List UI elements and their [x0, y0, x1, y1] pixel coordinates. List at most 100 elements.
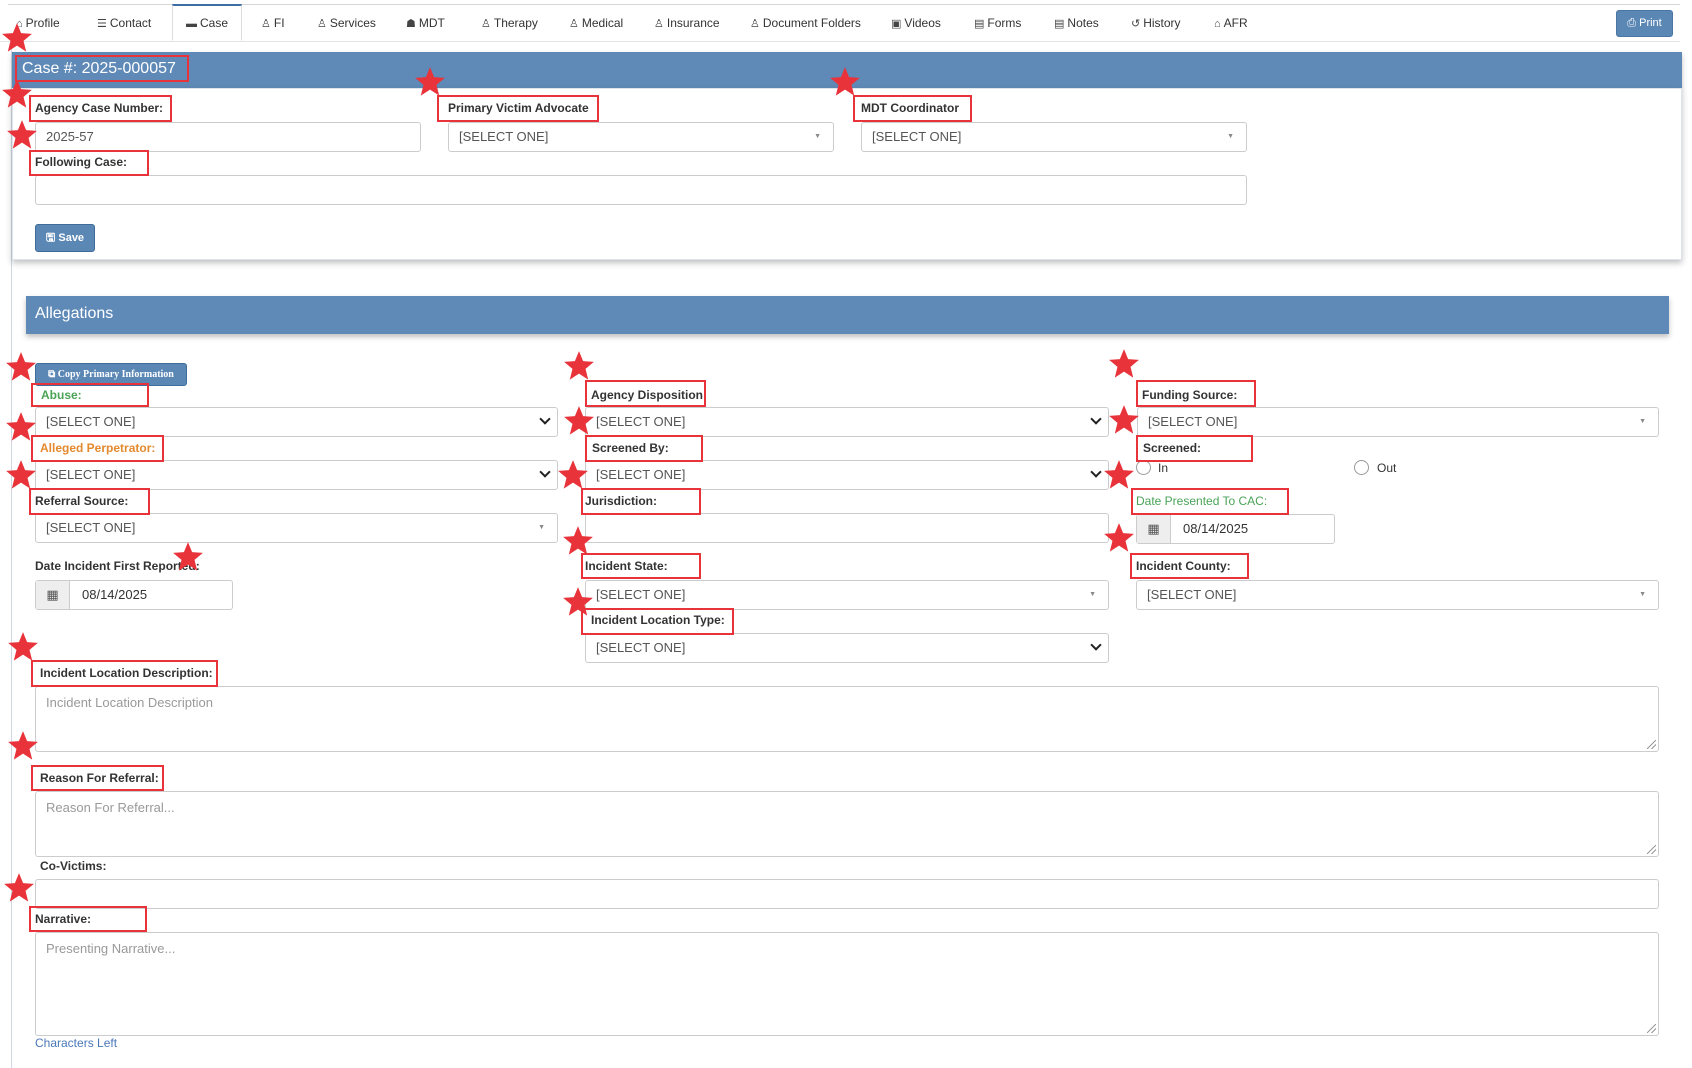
calendar-icon[interactable]: ▦ [1137, 515, 1171, 543]
screened-by-label: Screened By: [592, 441, 669, 455]
caret-down-icon: ▼ [538, 524, 545, 531]
jurisdiction-label: Jurisdiction: [585, 494, 658, 508]
caret-down-icon: ▼ [814, 133, 821, 140]
home-icon: ⌂ [16, 18, 23, 30]
primary-victim-advocate-select[interactable]: [SELECT ONE] ▼ [448, 122, 834, 152]
reason-for-referral-textarea[interactable]: Reason For Referral... [35, 791, 1659, 857]
date-incident-first-reported-picker[interactable]: ▦ 08/14/2025 [35, 580, 233, 610]
screened-by-select[interactable]: [SELECT ONE] [585, 460, 1109, 490]
person-icon: ♙ [481, 18, 491, 30]
resize-grip-icon[interactable] [1647, 740, 1656, 749]
save-button[interactable]: 🖫 Save [35, 224, 95, 252]
reason-for-referral-label: Reason For Referral: [40, 771, 159, 785]
tab-mdt[interactable]: ☗ MDT [406, 5, 445, 42]
tab-contact[interactable]: ☰ Contact [97, 5, 151, 42]
tab-therapy[interactable]: ♙ Therapy [481, 5, 538, 42]
referral-source-select[interactable]: [SELECT ONE] ▼ [35, 513, 558, 543]
funding-source-select[interactable]: [SELECT ONE] ▼ [1137, 407, 1659, 437]
co-victims-input[interactable] [35, 879, 1659, 909]
person-icon: ♙ [750, 18, 760, 30]
caret-down-icon: ▼ [1639, 591, 1646, 598]
star-icon [562, 349, 596, 383]
caret-down-icon: ▼ [1089, 591, 1096, 598]
case-number-title: Case #: 2025-000057 [22, 60, 176, 77]
primary-victim-advocate-label: Primary Victim Advocate [448, 101, 589, 115]
list-icon: ☰ [97, 18, 107, 30]
calendar-icon[interactable]: ▦ [36, 581, 70, 609]
chevron-down-icon [1090, 466, 1102, 478]
case-panel-header [12, 52, 1682, 88]
mdt-coordinator-select[interactable]: [SELECT ONE] ▼ [861, 122, 1247, 152]
co-victims-label: Co-Victims: [40, 859, 107, 873]
group-icon: ☗ [406, 18, 416, 30]
agency-disposition-label: Agency Disposition: [591, 388, 708, 402]
date-presented-picker[interactable]: ▦ 08/14/2025 [1136, 514, 1335, 544]
narrative-textarea[interactable]: Presenting Narrative... [35, 932, 1659, 1036]
incident-location-description-textarea[interactable]: Incident Location Description [35, 686, 1659, 752]
agency-case-number-label: Agency Case Number: [35, 101, 164, 115]
star-icon [4, 458, 38, 492]
tab-fi[interactable]: ♙ FI [261, 5, 285, 42]
file-icon: ▤ [974, 18, 985, 30]
incident-location-type-label: Incident Location Type: [591, 613, 725, 627]
caret-down-icon: ▼ [1639, 418, 1646, 425]
incident-location-description-label: Incident Location Description: [40, 666, 213, 680]
tab-insurance[interactable]: ♙ Insurance [654, 5, 720, 42]
resize-grip-icon[interactable] [1647, 1024, 1656, 1033]
screened-in-radio[interactable] [1136, 460, 1151, 475]
alleged-perpetrator-select[interactable]: [SELECT ONE] [35, 460, 558, 490]
tab-notes[interactable]: ▤ Notes [1054, 5, 1099, 42]
screened-out-radio[interactable] [1354, 460, 1369, 475]
date-incident-first-reported-label: Date Incident First Reported: [35, 559, 200, 573]
tab-afr[interactable]: ⌂ AFR [1214, 5, 1248, 42]
tab-case[interactable]: ▬ Case [172, 4, 243, 41]
person-icon: ♙ [317, 18, 327, 30]
print-button[interactable]: ⎙ Print [1616, 10, 1673, 37]
incident-state-select[interactable]: [SELECT ONE] ▼ [585, 580, 1109, 610]
person-icon: ♙ [654, 18, 664, 30]
briefcase-icon: ▬ [186, 18, 197, 30]
screened-in-label: In [1158, 461, 1169, 475]
file-icon: ▤ [1054, 18, 1065, 30]
chevron-down-icon [539, 413, 551, 425]
print-icon: ⎙ [1627, 17, 1640, 29]
alleged-perpetrator-label: Alleged Perpetrator: [40, 441, 156, 455]
person-icon: ♙ [261, 18, 271, 30]
incident-location-type-select[interactable]: [SELECT ONE] [585, 633, 1109, 663]
following-case-input[interactable] [35, 175, 1247, 205]
mdt-coordinator-label: MDT Coordinator [861, 101, 959, 115]
chevron-down-icon [1090, 413, 1102, 425]
video-icon: ▣ [891, 18, 902, 30]
save-icon: 🖫 [45, 232, 59, 244]
screened-label: Screened: [1143, 441, 1202, 455]
tab-document-folders[interactable]: ♙ Document Folders [750, 5, 861, 42]
tab-videos[interactable]: ▣ Videos [891, 5, 941, 42]
star-icon [2, 871, 36, 905]
abuse-label: Abuse: [41, 388, 82, 402]
allegations-panel-header [26, 296, 1669, 334]
incident-county-select[interactable]: [SELECT ONE] ▼ [1136, 580, 1659, 610]
allegations-title: Allegations [35, 305, 114, 322]
referral-source-label: Referral Source: [35, 494, 129, 508]
narrative-label: Narrative: [35, 912, 92, 926]
tab-profile[interactable]: ⌂ Profile [16, 5, 60, 42]
person-icon: ♙ [569, 18, 579, 30]
home-icon: ⌂ [1214, 18, 1221, 30]
case-panel-body [12, 88, 1682, 260]
tab-forms[interactable]: ▤ Forms [974, 5, 1021, 42]
star-icon [4, 410, 38, 444]
tab-bar: ⌂ Profile ☰ Contact ▬ Case ♙ FI ♙ Services ☗ M… [0, 4, 1680, 42]
date-presented-label: Date Presented To CAC: [1136, 494, 1268, 508]
star-icon [4, 350, 38, 384]
tab-services[interactable]: ♙ Services [317, 5, 376, 42]
resize-grip-icon[interactable] [1647, 845, 1656, 854]
tab-history[interactable]: ↺ History [1131, 5, 1181, 42]
agency-case-number-input[interactable]: 2025-57 [35, 122, 421, 152]
history-icon: ↺ [1131, 18, 1141, 30]
tab-medical[interactable]: ♙ Medical [569, 5, 623, 42]
jurisdiction-input[interactable] [585, 513, 1109, 543]
abuse-select[interactable]: [SELECT ONE] [35, 407, 558, 437]
characters-left-text: Characters Left [35, 1036, 118, 1050]
agency-disposition-select[interactable]: [SELECT ONE] [585, 407, 1109, 437]
copy-primary-information-button[interactable]: ⧉ Copy Primary Information [35, 363, 187, 386]
